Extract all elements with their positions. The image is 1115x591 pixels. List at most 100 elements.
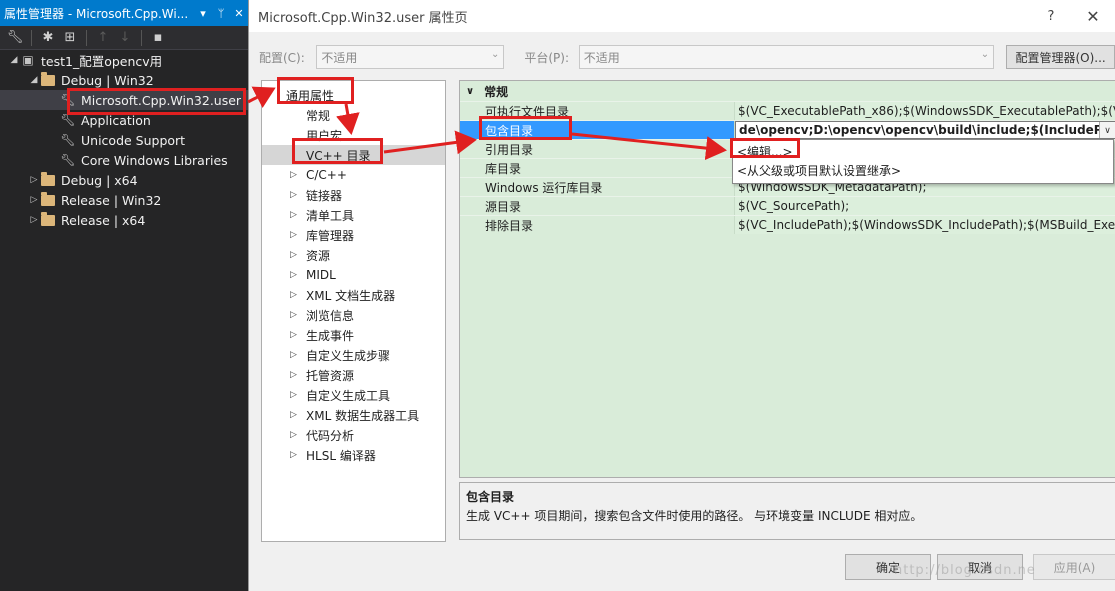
collapsed-arrow-icon[interactable]: ▷ xyxy=(290,270,297,280)
collapsed-arrow-icon[interactable]: ▷ xyxy=(290,190,297,200)
tree-item[interactable]: 🔧︎ Core Windows Libraries xyxy=(0,150,248,170)
save-icon[interactable]: ▪ xyxy=(149,29,167,47)
grid-category[interactable]: ∨ 常规 xyxy=(460,81,1115,101)
apply-button[interactable]: 应用(A) xyxy=(1033,554,1115,580)
wrench-icon[interactable]: 🔧︎ xyxy=(6,29,24,47)
folder-icon xyxy=(40,211,56,227)
tree-item-label: Application xyxy=(81,112,151,128)
nav-item[interactable]: ▷ XML 文档生成器 xyxy=(262,285,445,305)
nav-item-label: 托管资源 xyxy=(306,368,355,383)
collapsed-arrow-icon[interactable]: ▷ xyxy=(28,215,40,225)
nav-item[interactable]: ▷ 代码分析 xyxy=(262,425,445,445)
tree-item[interactable]: 🔧︎ Application xyxy=(0,110,248,130)
tree-item[interactable]: 🔧︎ Unicode Support xyxy=(0,130,248,150)
folder-icon xyxy=(40,71,56,87)
collapsed-arrow-icon[interactable]: ▷ xyxy=(290,410,297,420)
chevron-down-icon[interactable]: ▾ xyxy=(194,7,212,20)
nav-item[interactable]: ▷ C/C++ xyxy=(262,165,445,185)
collapsed-arrow-icon[interactable]: ▷ xyxy=(290,230,297,240)
nav-item[interactable]: ▷ 浏览信息 xyxy=(262,305,445,325)
cancel-button[interactable]: 取消 xyxy=(937,554,1023,580)
nav-item[interactable]: ▷ MIDL xyxy=(262,265,445,285)
nav-item[interactable]: VC++ 目录 xyxy=(262,145,445,165)
tree-item-label: Release | x64 xyxy=(61,212,146,228)
move-up-icon[interactable]: ↑ xyxy=(94,29,112,47)
config-select[interactable]: 不适用 ⌄ xyxy=(316,45,505,69)
add-new-sheet-icon[interactable]: ⊞ xyxy=(61,29,79,47)
nav-item-label: 代码分析 xyxy=(306,428,355,443)
collapsed-arrow-icon[interactable]: ▷ xyxy=(290,250,297,260)
collapsed-arrow-icon[interactable]: ▷ xyxy=(290,290,297,300)
close-button[interactable]: ✕ xyxy=(1071,7,1115,26)
chevron-down-icon: ∨ xyxy=(466,85,475,97)
nav-item[interactable]: 常规 xyxy=(262,105,445,125)
collapsed-arrow-icon[interactable]: ▷ xyxy=(290,430,297,440)
nav-item-label: HLSL 编译器 xyxy=(306,448,376,463)
collapsed-arrow-icon[interactable]: ▷ xyxy=(290,370,297,380)
collapsed-arrow-icon[interactable]: ▷ xyxy=(290,330,297,340)
nav-item-label: 通用属性 xyxy=(286,88,335,103)
platform-select[interactable]: 不适用 ⌄ xyxy=(578,45,995,69)
chevron-down-icon: ⌄ xyxy=(490,49,500,60)
collapsed-arrow-icon[interactable]: ▷ xyxy=(290,310,297,320)
include-dir-dropdown: <编辑...> <从父级或项目默认设置继承> xyxy=(732,139,1114,184)
nav-item[interactable]: ▷ 库管理器 xyxy=(262,225,445,245)
collapsed-arrow-icon[interactable]: ▷ xyxy=(28,175,40,185)
tree-item[interactable]: ▷ Debug | x64 xyxy=(0,170,248,190)
property-row[interactable]: 排除目录 $(VC_IncludePath);$(WindowsSDK_Inclu… xyxy=(460,215,1115,234)
property-row[interactable]: 可执行文件目录 $(VC_ExecutablePath_x86);$(Window… xyxy=(460,101,1115,120)
property-value-text: $(VC_ExecutablePath_x86);$(WindowsSDK_Ex… xyxy=(738,104,1115,118)
wrench-icon: 🔧︎ xyxy=(60,113,76,127)
move-down-icon[interactable]: ↓ xyxy=(116,29,134,47)
collapsed-arrow-icon[interactable]: ▷ xyxy=(290,210,297,220)
nav-item[interactable]: ▷ 资源 xyxy=(262,245,445,265)
property-row[interactable]: 包含目录 de\opencv;D:\opencv\opencv\build\inc… xyxy=(460,120,1115,139)
dropdown-option-edit[interactable]: <编辑...> xyxy=(733,142,1113,161)
nav-item[interactable]: 通用属性 xyxy=(262,85,445,105)
platform-value: 不适用 xyxy=(583,50,620,65)
nav-item-label: 用户宏 xyxy=(306,128,343,143)
nav-item[interactable]: ▷ 链接器 xyxy=(262,185,445,205)
tree-item[interactable]: ▷ Release | x64 xyxy=(0,210,248,230)
property-name: 排除目录 xyxy=(460,216,735,234)
property-manager-toolbar: 🔧︎ ✱ ⊞ ↑ ↓ ▪ xyxy=(0,26,248,50)
nav-item[interactable]: ▷ 托管资源 xyxy=(262,365,445,385)
collapsed-arrow-icon[interactable]: ▷ xyxy=(290,390,297,400)
tree-item[interactable]: ▷ Release | Win32 xyxy=(0,190,248,210)
collapsed-arrow-icon[interactable]: ▷ xyxy=(290,170,297,180)
tree-item-label: Core Windows Libraries xyxy=(81,152,228,168)
nav-item[interactable]: 用户宏 xyxy=(262,125,445,145)
description-panel: 包含目录 生成 VC++ 项目期间，搜索包含文件时使用的路径。 与环境变量 IN… xyxy=(459,482,1115,540)
nav-item[interactable]: ▷ 自定义生成步骤 xyxy=(262,345,445,365)
tree-item[interactable]: 🔧︎ Microsoft.Cpp.Win32.user xyxy=(0,90,248,110)
nav-item-label: 链接器 xyxy=(306,188,343,203)
nav-item[interactable]: ▷ 自定义生成工具 xyxy=(262,385,445,405)
configuration-row: 配置(C): 不适用 ⌄ 平台(P): 不适用 ⌄ 配置管理器(O)... xyxy=(259,44,1115,70)
dropdown-option-inherit[interactable]: <从父级或项目默认设置继承> xyxy=(733,161,1113,180)
collapsed-arrow-icon[interactable]: ▷ xyxy=(290,350,297,360)
property-value-editor[interactable]: de\opencv;D:\opencv\opencv\build\include… xyxy=(735,121,1115,139)
close-icon[interactable]: ✕ xyxy=(230,7,248,20)
add-existing-sheet-icon[interactable]: ✱ xyxy=(39,29,57,47)
property-manager-panel: 属性管理器 - Microsoft.Cpp.Wi... ▾ ᛘ ✕ 🔧︎ ✱ ⊞… xyxy=(0,0,248,591)
property-value-text: $(VC_IncludePath);$(WindowsSDK_IncludePa… xyxy=(738,218,1115,232)
help-button[interactable]: ? xyxy=(1031,9,1071,24)
tree-item[interactable]: ◢ ▣ test1_配置opencv用 xyxy=(0,50,248,70)
expanded-arrow-icon[interactable]: ◢ xyxy=(28,75,40,85)
config-manager-button[interactable]: 配置管理器(O)... xyxy=(1006,45,1115,69)
nav-item[interactable]: ▷ 清单工具 xyxy=(262,205,445,225)
collapsed-arrow-icon[interactable]: ▷ xyxy=(28,195,40,205)
property-row[interactable]: 源目录 $(VC_SourcePath); xyxy=(460,196,1115,215)
nav-item-label: 自定义生成步骤 xyxy=(306,348,391,363)
chevron-down-icon[interactable]: ∨ xyxy=(1099,122,1115,138)
nav-item[interactable]: ▷ HLSL 编译器 xyxy=(262,445,445,465)
tree-item[interactable]: ◢ Debug | Win32 xyxy=(0,70,248,90)
chevron-down-icon: ⌄ xyxy=(980,49,990,60)
nav-item[interactable]: ▷ 生成事件 xyxy=(262,325,445,345)
ok-button[interactable]: 确定 xyxy=(845,554,931,580)
property-value-text: $(VC_SourcePath); xyxy=(738,199,850,213)
expanded-arrow-icon[interactable]: ◢ xyxy=(8,55,20,65)
pin-icon[interactable]: ᛘ xyxy=(212,7,230,20)
collapsed-arrow-icon[interactable]: ▷ xyxy=(290,450,297,460)
nav-item[interactable]: ▷ XML 数据生成器工具 xyxy=(262,405,445,425)
